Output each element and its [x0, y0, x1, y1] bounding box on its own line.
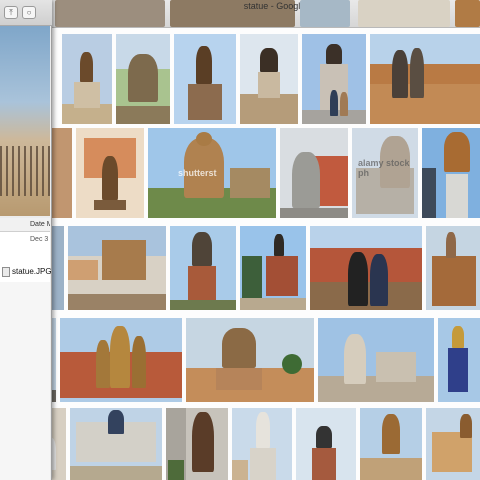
watermark-text: alamy stock ph — [358, 158, 410, 178]
result-image[interactable] — [166, 408, 228, 480]
tile-strip-3[interactable] — [300, 0, 350, 27]
watermark-text: shutterst — [178, 168, 217, 178]
result-image[interactable] — [370, 34, 480, 124]
result-image[interactable] — [170, 226, 236, 310]
date-modified-column-header[interactable]: Date M — [0, 218, 50, 232]
result-image[interactable] — [280, 128, 348, 218]
result-image[interactable] — [240, 226, 306, 310]
tile-strip-4[interactable] — [358, 0, 450, 27]
result-image[interactable] — [68, 226, 166, 310]
result-image[interactable] — [296, 408, 356, 480]
result-image[interactable] — [174, 34, 236, 124]
result-image[interactable]: alamy stock ph — [352, 128, 418, 218]
result-image[interactable] — [52, 226, 64, 310]
result-image[interactable] — [232, 408, 292, 480]
file-list-empty-area — [0, 282, 50, 480]
result-image[interactable] — [186, 318, 314, 402]
result-image[interactable] — [318, 318, 434, 402]
image-results-grid: shutterst alamy stock ph — [0, 28, 480, 480]
result-image[interactable] — [426, 226, 480, 310]
railing-graphic — [0, 146, 50, 196]
result-image[interactable] — [116, 34, 170, 124]
result-image[interactable] — [76, 128, 144, 218]
image-preview — [0, 26, 50, 216]
file-list: Date M Dec 3 statue.JPG — [0, 218, 52, 480]
file-row[interactable]: statue.JPG — [0, 264, 52, 280]
browser-title-bar: statue - Google Search — [0, 0, 480, 28]
share-icon[interactable]: ⤒ — [4, 6, 18, 19]
result-image[interactable] — [240, 34, 298, 124]
result-image[interactable] — [310, 226, 422, 310]
result-image[interactable] — [360, 408, 422, 480]
result-image[interactable] — [438, 318, 480, 402]
file-name: statue.JPG — [12, 267, 52, 276]
finder-window: ⤒ ○ Date M Dec 3 statue.JPG — [0, 0, 52, 480]
result-image[interactable] — [62, 34, 112, 124]
finder-toolbar: ⤒ ○ — [0, 0, 52, 26]
result-image[interactable] — [70, 408, 162, 480]
result-image[interactable] — [426, 408, 480, 480]
result-image[interactable] — [302, 34, 366, 124]
tile-strip-1[interactable] — [55, 0, 165, 27]
date-modified-value: Dec 3 — [30, 236, 49, 243]
tag-icon[interactable]: ○ — [22, 6, 36, 19]
tile-strip-5[interactable] — [455, 0, 480, 27]
result-image[interactable] — [60, 318, 182, 402]
result-image[interactable]: shutterst — [148, 128, 276, 218]
image-file-icon — [2, 267, 10, 277]
screen: statue - Google Search shutterst alamy s… — [0, 0, 480, 480]
result-image[interactable] — [52, 128, 72, 218]
result-image[interactable] — [422, 128, 480, 218]
